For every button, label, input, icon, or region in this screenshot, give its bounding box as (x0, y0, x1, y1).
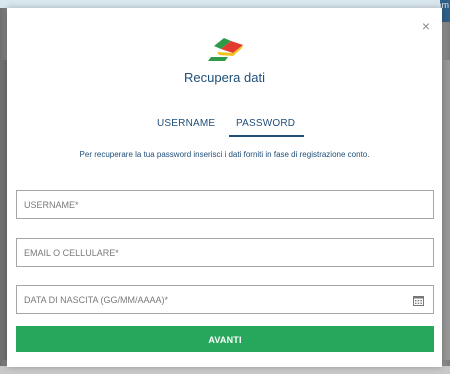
background-header-strip (0, 0, 450, 8)
modal-title: Recupera dati (184, 70, 265, 85)
tab-username[interactable]: USERNAME (157, 118, 215, 129)
brand-flag-logo (208, 38, 243, 61)
close-icon[interactable]: × (418, 18, 434, 34)
instructions-text: Per recuperare la tua password inserisci… (79, 150, 370, 159)
recovery-tabs: USERNAME PASSWORD (7, 118, 442, 140)
email-or-phone-input[interactable] (17, 239, 404, 266)
recover-data-modal: × Recupera dati USERNAME PASSWORD Per re… (7, 8, 442, 367)
email-field (16, 238, 434, 267)
calendar-icon[interactable] (413, 295, 424, 306)
username-field (16, 190, 434, 219)
next-button[interactable]: AVANTI (16, 326, 434, 352)
background-bottom-edge (0, 366, 450, 374)
tab-password[interactable]: PASSWORD (236, 118, 295, 129)
birthdate-input[interactable] (17, 286, 404, 313)
background-left-edge (0, 60, 7, 360)
active-tab-indicator (229, 135, 304, 137)
birthdate-field (16, 285, 434, 314)
username-input[interactable] (17, 191, 404, 218)
